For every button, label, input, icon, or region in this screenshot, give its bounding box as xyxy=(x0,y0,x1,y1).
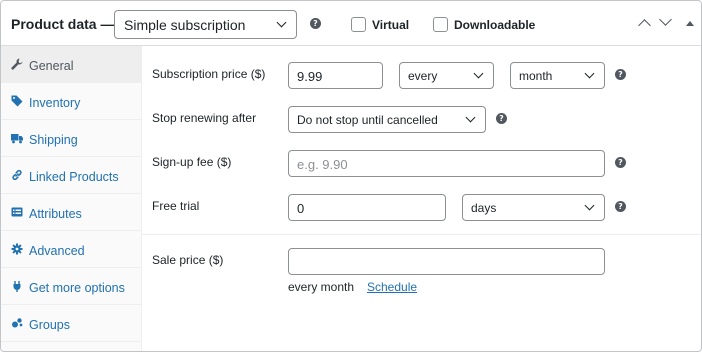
help-icon[interactable]: ? xyxy=(310,18,321,29)
tab-shipping[interactable]: Shipping xyxy=(1,120,141,157)
virtual-checkbox[interactable] xyxy=(351,17,366,32)
tab-get-more-options-label: Get more options xyxy=(29,281,125,295)
billing-period-value: month xyxy=(519,69,553,83)
free-trial-period-select[interactable]: days xyxy=(462,194,605,221)
help-icon[interactable]: ? xyxy=(496,113,507,124)
tab-linked-products-label: Linked Products xyxy=(29,170,119,184)
stop-renewing-label: Stop renewing after xyxy=(152,111,257,125)
gear-icon xyxy=(11,243,23,255)
chevron-down-icon xyxy=(473,68,484,79)
tab-groups[interactable]: Groups xyxy=(1,305,141,342)
virtual-label: Virtual xyxy=(372,18,410,32)
help-icon[interactable]: ? xyxy=(615,201,626,212)
free-trial-period-value: days xyxy=(471,201,497,215)
product-data-tabs: General Inventory Shipping Linked Produc… xyxy=(1,46,142,351)
tab-get-more-options[interactable]: Get more options xyxy=(1,268,141,305)
move-down-icon[interactable] xyxy=(659,13,672,26)
tab-linked-products[interactable]: Linked Products xyxy=(1,157,141,194)
tab-inventory-label: Inventory xyxy=(29,96,81,110)
signup-fee-label: Sign-up fee ($) xyxy=(152,155,232,169)
chevron-down-icon xyxy=(465,112,476,123)
link-icon xyxy=(11,169,23,181)
schedule-link[interactable]: Schedule xyxy=(367,280,417,294)
help-icon[interactable]: ? xyxy=(615,69,626,80)
sale-price-label: Sale price ($) xyxy=(152,253,224,267)
product-data-panel: Product data — Simple subscription ? Vir… xyxy=(0,0,702,352)
subscription-price-label: Subscription price ($) xyxy=(152,67,266,81)
tab-advanced[interactable]: Advanced xyxy=(1,231,141,268)
chevron-down-icon xyxy=(584,200,595,211)
downloadable-checkbox[interactable] xyxy=(433,17,448,32)
move-up-icon[interactable] xyxy=(638,19,651,32)
chevron-down-icon xyxy=(276,17,287,28)
list-icon xyxy=(11,206,23,218)
free-trial-label: Free trial xyxy=(152,199,200,213)
panel-title: Product data — xyxy=(11,16,115,32)
help-icon[interactable]: ? xyxy=(615,157,626,168)
downloadable-label: Downloadable xyxy=(454,18,536,32)
tab-advanced-label: Advanced xyxy=(29,244,85,258)
subscription-price-input[interactable]: 9.99 xyxy=(288,62,383,89)
product-type-select[interactable]: Simple subscription xyxy=(114,10,297,39)
product-type-value: Simple subscription xyxy=(124,17,246,33)
tab-attributes-label: Attributes xyxy=(29,207,82,221)
sale-price-period-note: every month xyxy=(288,280,355,294)
wrench-icon xyxy=(11,58,23,70)
panel-header: Product data — Simple subscription ? Vir… xyxy=(1,1,701,46)
subscription-length-select[interactable]: Do not stop until cancelled xyxy=(288,106,486,133)
tab-shipping-label: Shipping xyxy=(29,133,78,147)
tab-general[interactable]: General xyxy=(1,46,141,83)
signup-fee-input[interactable]: e.g. 9.90 xyxy=(288,150,605,177)
tab-general-label: General xyxy=(29,59,74,73)
chevron-down-icon xyxy=(584,68,595,79)
tab-inventory[interactable]: Inventory xyxy=(1,83,141,120)
billing-period-select[interactable]: month xyxy=(510,62,605,89)
section-divider xyxy=(142,234,701,235)
sale-price-input[interactable] xyxy=(288,248,605,275)
toggle-panel-icon[interactable] xyxy=(686,21,694,26)
truck-icon xyxy=(11,132,23,144)
free-trial-length-input[interactable]: 0 xyxy=(288,194,446,221)
plugin-icon xyxy=(11,280,23,292)
billing-interval-select[interactable]: every xyxy=(399,62,494,89)
tab-groups-label: Groups xyxy=(29,318,70,332)
tab-attributes[interactable]: Attributes xyxy=(1,194,141,231)
tag-icon xyxy=(11,95,23,107)
groups-icon xyxy=(11,317,23,329)
billing-interval-value: every xyxy=(408,69,438,83)
subscription-length-value: Do not stop until cancelled xyxy=(297,113,438,127)
